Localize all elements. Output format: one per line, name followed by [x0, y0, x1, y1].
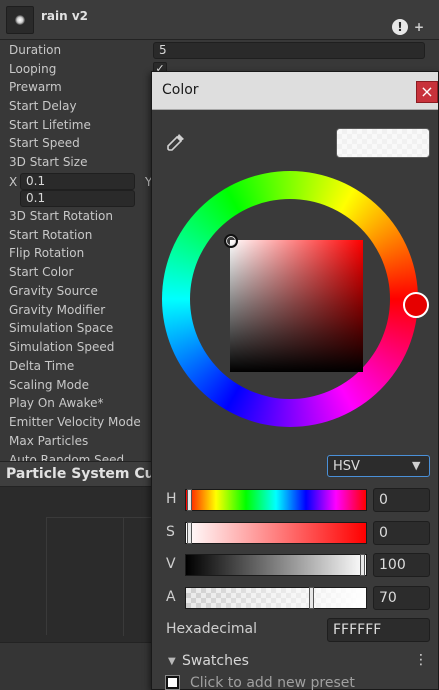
alpha-slider-handle[interactable] — [309, 587, 314, 609]
saturation-slider-handle[interactable] — [187, 522, 192, 544]
hue-input[interactable]: 0 — [373, 488, 430, 512]
foldout-triangle-icon[interactable]: ▼ — [168, 656, 176, 667]
simulation-space-label: Simulation Space — [9, 321, 114, 335]
window-title: Color — [162, 82, 199, 98]
size-y-field[interactable]: 0.1 — [20, 190, 135, 207]
color-mode-dropdown[interactable]: HSV ▼ — [327, 455, 430, 477]
current-color-swatch[interactable] — [336, 128, 430, 158]
saturation-input[interactable]: 0 — [373, 521, 430, 545]
color-picker-titlebar[interactable]: Color × — [152, 72, 438, 110]
start-size-3d-label: 3D Start Size — [9, 155, 88, 169]
curves-toolbar — [0, 642, 152, 690]
saturation-value-square[interactable] — [230, 240, 363, 372]
color-mode-value: HSV — [333, 459, 360, 474]
prewarm-label: Prewarm — [9, 80, 62, 94]
eyedropper-icon[interactable] — [166, 132, 186, 152]
start-rotation-3d-label: 3D Start Rotation — [9, 209, 114, 223]
looping-label: Looping — [9, 62, 57, 76]
hexadecimal-label: Hexadecimal — [166, 621, 257, 637]
preset-swatch[interactable] — [165, 675, 180, 690]
hue-handle[interactable] — [403, 292, 429, 318]
max-particles-label: Max Particles — [9, 434, 89, 448]
hue-slider[interactable] — [185, 489, 367, 511]
alpha-slider[interactable] — [185, 587, 367, 609]
auto-random-seed-label: Auto Random Seed — [9, 453, 125, 461]
value-slider-handle[interactable] — [360, 554, 365, 576]
particle-system-curves-header[interactable]: Particle System Curves — [0, 461, 152, 487]
size-x-axis-label: X — [9, 175, 18, 189]
delta-time-label: Delta Time — [9, 359, 75, 373]
warning-icon[interactable]: ! — [392, 19, 408, 35]
particle-system-name: rain v2 — [41, 9, 89, 23]
particle-system-icon — [6, 6, 34, 34]
hue-label: H — [166, 491, 177, 507]
flip-rotation-label: Flip Rotation — [9, 246, 85, 260]
swatches-label: Swatches — [182, 653, 249, 669]
saturation-label: S — [166, 524, 175, 540]
gravity-source-label: Gravity Source — [9, 284, 98, 298]
start-lifetime-label: Start Lifetime — [9, 118, 91, 132]
alpha-gradient — [186, 588, 366, 608]
saturation-value-handle[interactable] — [224, 234, 238, 248]
hexadecimal-input[interactable]: FFFFFF — [327, 618, 430, 642]
duration-label: Duration — [9, 43, 62, 57]
add-preset-hint[interactable]: Click to add new preset — [190, 675, 355, 690]
start-rotation-label: Start Rotation — [9, 228, 93, 242]
gravity-modifier-label: Gravity Modifier — [9, 303, 106, 317]
start-delay-label: Start Delay — [9, 99, 77, 113]
play-on-awake-label: Play On Awake* — [9, 396, 104, 410]
more-options-icon[interactable]: ⋮ — [414, 653, 428, 667]
alpha-input[interactable]: 70 — [373, 586, 430, 610]
duration-field[interactable]: 5 — [153, 42, 425, 59]
curves-grid — [46, 517, 152, 636]
add-icon[interactable]: + — [414, 20, 424, 34]
value-label: V — [166, 556, 176, 572]
value-input[interactable]: 100 — [373, 553, 430, 577]
emitter-velocity-mode-label: Emitter Velocity Mode — [9, 415, 141, 429]
color-picker-window: Color × HSV ▼ H 0 S 0 V 100 A 70 Hexadec… — [151, 71, 439, 690]
saturation-slider[interactable] — [185, 522, 367, 544]
inspector-header: rain v2 ! + — [0, 0, 439, 40]
current-color-fill — [337, 129, 429, 157]
start-speed-label: Start Speed — [9, 136, 80, 150]
alpha-label: A — [166, 589, 176, 605]
curves-title: Particle System Curves — [6, 466, 152, 482]
simulation-speed-label: Simulation Speed — [9, 340, 115, 354]
scaling-mode-label: Scaling Mode — [9, 378, 89, 392]
chevron-down-icon: ▼ — [412, 459, 421, 472]
size-x-field[interactable]: 0.1 — [20, 173, 135, 190]
value-slider[interactable] — [185, 554, 367, 576]
hue-slider-handle[interactable] — [187, 489, 192, 511]
swatches-header[interactable]: ▼ Swatches ⋮ — [166, 653, 432, 673]
start-color-label: Start Color — [9, 265, 74, 279]
close-button[interactable]: × — [416, 81, 438, 103]
